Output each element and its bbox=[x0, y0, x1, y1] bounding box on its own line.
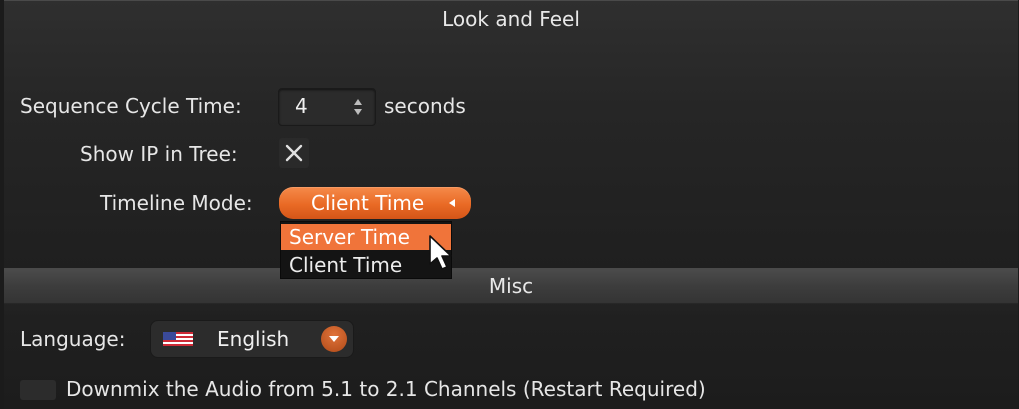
dropdown-arrow-icon bbox=[449, 199, 455, 207]
seconds-unit-label: seconds bbox=[384, 94, 466, 118]
sequence-cycle-time-value[interactable]: 4 bbox=[295, 94, 308, 118]
look-and-feel-panel: Look and Feel bbox=[4, 0, 1018, 269]
language-selected: English bbox=[217, 327, 290, 351]
timeline-mode-selected: Client Time bbox=[311, 191, 425, 215]
sequence-cycle-time-spinbox[interactable]: 4 bbox=[278, 88, 376, 126]
show-ip-in-tree-label: Show IP in Tree: bbox=[80, 142, 238, 166]
language-dropdown[interactable]: English bbox=[150, 320, 354, 358]
check-x-icon bbox=[285, 144, 303, 162]
chevron-down-icon bbox=[329, 336, 339, 342]
mouse-cursor-icon bbox=[429, 235, 452, 270]
language-dropdown-button[interactable] bbox=[321, 326, 347, 352]
timeline-mode-label: Timeline Mode: bbox=[100, 191, 253, 215]
downmix-label: Downmix the Audio from 5.1 to 2.1 Channe… bbox=[66, 377, 706, 401]
timeline-mode-menu: Server Time Client Time bbox=[280, 221, 452, 279]
timeline-mode-dropdown[interactable]: Client Time bbox=[279, 187, 471, 219]
look-and-feel-header: Look and Feel bbox=[442, 7, 580, 31]
downmix-checkbox[interactable] bbox=[20, 380, 56, 400]
us-flag-icon bbox=[163, 332, 193, 346]
show-ip-in-tree-checkbox[interactable] bbox=[279, 138, 309, 168]
misc-header: Misc bbox=[4, 269, 1018, 304]
language-label: Language: bbox=[20, 327, 126, 351]
menu-option-client-time[interactable]: Client Time bbox=[281, 252, 451, 278]
sequence-cycle-time-label: Sequence Cycle Time: bbox=[20, 94, 242, 118]
menu-option-server-time[interactable]: Server Time bbox=[281, 224, 451, 250]
spin-arrows-icon[interactable] bbox=[353, 97, 363, 117]
